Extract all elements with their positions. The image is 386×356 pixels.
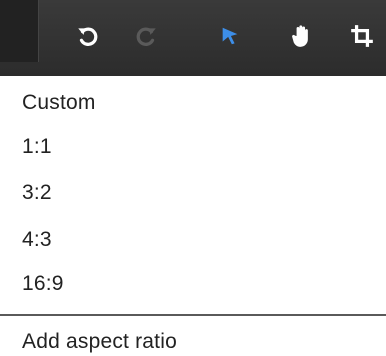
redo-icon (136, 27, 156, 46)
undo-button[interactable] (70, 18, 106, 54)
menu-divider (0, 314, 386, 316)
hand-tool-button[interactable] (284, 18, 320, 54)
crop-tool-button[interactable] (344, 18, 380, 54)
undo-icon (78, 27, 98, 46)
add-aspect-ratio-item[interactable]: Add aspect ratio (22, 329, 177, 355)
select-tool-button[interactable] (212, 18, 248, 54)
menu-item-3-2[interactable]: 3:2 (22, 180, 52, 206)
menu-item-4-3[interactable]: 4:3 (22, 227, 52, 253)
redo-button[interactable] (128, 18, 164, 54)
crop-icon (351, 25, 373, 47)
pointer-arrow-icon (222, 27, 238, 45)
aspect-ratio-menu: Custom 1:1 3:2 4:3 16:9 Add aspect ratio (0, 76, 386, 356)
menu-item-custom[interactable]: Custom (22, 90, 96, 116)
toolbar (0, 0, 386, 76)
hand-pan-icon (292, 25, 308, 47)
toolbar-left-panel (0, 0, 39, 62)
menu-item-1-1[interactable]: 1:1 (22, 134, 52, 160)
menu-item-16-9[interactable]: 16:9 (22, 271, 64, 297)
